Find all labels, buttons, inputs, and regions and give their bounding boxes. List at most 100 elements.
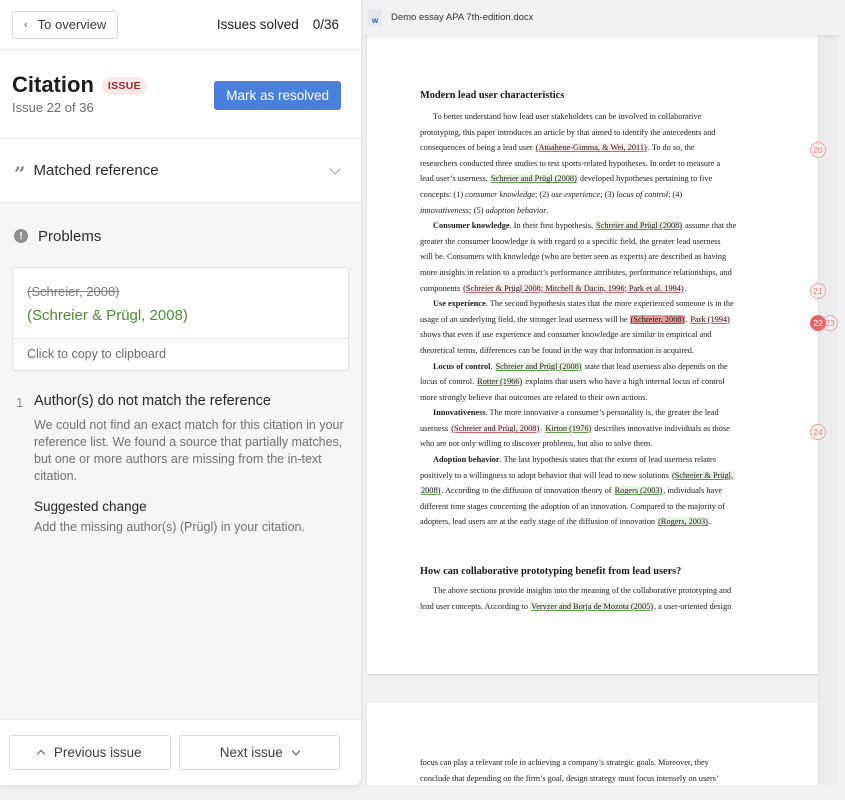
document-body: To better understand how lead user stake… bbox=[420, 109, 770, 530]
text-span: adoption behavior bbox=[485, 205, 547, 215]
to-overview-button[interactable]: ‹ To overview bbox=[12, 10, 119, 39]
document-heading: How can collaborative prototyping benefi… bbox=[420, 566, 682, 578]
word-file-icon: w bbox=[368, 9, 382, 26]
text-span: . To do so, the bbox=[647, 143, 695, 153]
problems-label: Problems bbox=[38, 227, 102, 245]
problem-number: 1 bbox=[16, 395, 24, 410]
citation-ok[interactable]: Rogers (2003) bbox=[613, 486, 664, 496]
text-span: use experience bbox=[551, 189, 601, 199]
document-filename: Demo essay APA 7th-edition.docx bbox=[391, 12, 534, 23]
issue-panel: ‹ To overview Issues solved 0/36 Citatio… bbox=[0, 0, 362, 785]
citation-ok[interactable]: (Rogers, 2003) bbox=[657, 517, 709, 527]
citation-ok[interactable]: Veryzer and Borja de Mozota (2005) bbox=[530, 601, 655, 611]
citation-ok[interactable]: Rotter (1966) bbox=[476, 377, 524, 387]
matched-reference-label: Matched reference bbox=[33, 162, 159, 179]
alert-icon: ! bbox=[14, 229, 28, 243]
text-span: lead user concepts. According to bbox=[420, 601, 531, 611]
chevron-up-icon bbox=[36, 749, 46, 759]
document-body: The above sections provide insights into… bbox=[420, 583, 770, 614]
document-page: Modern lead user characteristics To bett… bbox=[367, 35, 818, 674]
quote-icon: ” bbox=[14, 161, 25, 186]
text-span: userness bbox=[420, 423, 451, 433]
suggestion-card[interactable]: (Schreier, 2008) (Schreier & Prügl, 2008… bbox=[12, 267, 349, 371]
text-span: locus of control bbox=[616, 189, 669, 199]
text-span: lead user’s userness, bbox=[420, 174, 490, 184]
previous-issue-label: Previous issue bbox=[53, 745, 142, 760]
text-line: focus can play a relevant role in achiev… bbox=[420, 758, 709, 767]
text-span: . bbox=[546, 205, 549, 215]
text-span: consequences of being a lead user bbox=[420, 143, 535, 153]
text-line: theoretical terms, differences can be fo… bbox=[420, 345, 695, 355]
issue-header: Citation ISSUE Issue 22 of 36 Mark as re… bbox=[0, 50, 361, 139]
text-line: who are not only willing to discover pro… bbox=[420, 439, 653, 449]
text-span: . The last hypothesis states that the ex… bbox=[499, 455, 717, 465]
citation-ok[interactable]: 2008) bbox=[420, 486, 442, 496]
suggested-change-text: Add the missing author(s) (Prügl) in you… bbox=[34, 520, 305, 534]
issue-marker-22-active[interactable]: 22 bbox=[810, 315, 826, 331]
text-line: conclude that depending on the firm’s go… bbox=[420, 773, 719, 783]
document-viewer[interactable]: w Demo essay APA 7th-edition.docx Modern… bbox=[363, 0, 837, 785]
text-span: (5) bbox=[471, 205, 486, 215]
issue-marker-24[interactable]: 24 bbox=[810, 424, 826, 440]
citation-22-active[interactable]: (Schreier, 2008) bbox=[629, 314, 686, 324]
issue-marker-21[interactable]: 21 bbox=[810, 283, 826, 299]
citation-ok[interactable]: Schreier and Prügl (2008) bbox=[494, 361, 583, 371]
text-span: assume that the bbox=[683, 221, 737, 231]
copy-to-clipboard-button[interactable]: Click to copy to clipboard bbox=[13, 338, 348, 370]
document-body: focus can play a relevant role in achiev… bbox=[420, 755, 770, 785]
app: ‹ To overview Issues solved 0/36 Citatio… bbox=[0, 0, 845, 800]
document-heading: Modern lead user characteristics bbox=[420, 90, 565, 101]
citation-21[interactable]: (Schreier & Prügl 2008; Mitchell & Dacin… bbox=[462, 283, 685, 293]
citation-23[interactable]: Park (1994) bbox=[689, 314, 731, 324]
text-span: positively to a willingness to adopt beh… bbox=[420, 470, 671, 480]
text-span: adopters, lead users are at the early st… bbox=[420, 517, 658, 527]
text-line: shows that even if use experience and co… bbox=[420, 330, 712, 340]
previous-issue-button[interactable]: Previous issue bbox=[9, 735, 171, 770]
suggested-citation: (Schreier & Prügl, 2008) bbox=[27, 307, 188, 324]
text-span: consumer knowledge bbox=[465, 189, 535, 199]
citation-ok[interactable]: (Schreier & Prügl, bbox=[670, 470, 735, 480]
text-span: . bbox=[708, 517, 712, 527]
chevron-down-icon bbox=[291, 746, 301, 756]
text-span: Locus of control bbox=[433, 361, 491, 371]
text-span: usage of an underlying field, the strong… bbox=[420, 314, 630, 324]
text-span: . The second hypothesis states that the … bbox=[485, 299, 734, 309]
issues-solved: Issues solved 0/36 bbox=[217, 17, 339, 32]
citation-ok[interactable]: Kirton (1976) bbox=[544, 423, 593, 433]
citation-24[interactable]: (Schreier and Prügl, 2008) bbox=[450, 423, 541, 433]
document-header: w Demo essay APA 7th-edition.docx bbox=[363, 0, 837, 35]
text-span: innovativeness; bbox=[420, 205, 472, 215]
mark-as-resolved-button[interactable]: Mark as resolved bbox=[214, 81, 341, 110]
problems-section: ! Problems (Schreier, 2008) (Schreier & … bbox=[0, 203, 361, 534]
text-span: state that lead userness also depends on… bbox=[582, 361, 728, 371]
chevron-down-icon[interactable] bbox=[329, 162, 341, 175]
text-span: . bbox=[490, 361, 495, 371]
text-line: To better understand how lead user stake… bbox=[433, 112, 702, 121]
text-span: Adoption behavior bbox=[433, 455, 500, 465]
text-span: , a user-oriented design bbox=[654, 601, 732, 611]
issue-navigation: Previous issue Next issue bbox=[0, 719, 361, 785]
citation-20[interactable]: (Atuahene-Gimma, & Wei, 2011) bbox=[534, 143, 648, 153]
citation-ok[interactable]: Schreier and Prügl (2008) bbox=[595, 221, 684, 231]
issues-solved-value: 0/36 bbox=[312, 17, 339, 32]
text-span: Use experience bbox=[433, 299, 486, 309]
issue-marker-20[interactable]: 20 bbox=[810, 142, 826, 158]
problem-title: Author(s) do not match the reference bbox=[34, 393, 271, 409]
text-span: ; (2) bbox=[534, 189, 552, 199]
issue-title: Citation bbox=[12, 72, 94, 97]
document-page: focus can play a relevant role in achiev… bbox=[367, 703, 818, 785]
text-span: locus of control. bbox=[420, 377, 477, 387]
text-span: . According to the diffusion of innovati… bbox=[441, 486, 614, 496]
next-issue-label: Next issue bbox=[219, 745, 283, 760]
citation-ok[interactable]: Schreier and Prügl (2008) bbox=[489, 174, 578, 184]
text-line: greater the consumer knowledge is with r… bbox=[420, 236, 721, 246]
issues-solved-label: Issues solved bbox=[216, 17, 299, 32]
next-issue-button[interactable]: Next issue bbox=[178, 735, 340, 770]
text-line: different time stages concerning the ado… bbox=[420, 501, 725, 511]
matched-reference-toggle[interactable]: ” Matched reference bbox=[0, 139, 361, 203]
text-span: Consumer knowledge bbox=[433, 221, 510, 231]
text-line: will be. Consumers with knowledge (who a… bbox=[420, 252, 727, 262]
issue-topbar: ‹ To overview Issues solved 0/36 bbox=[0, 0, 361, 50]
text-line: The above sections provide insights into… bbox=[433, 586, 732, 596]
text-span: concepts: (1) bbox=[420, 189, 466, 199]
